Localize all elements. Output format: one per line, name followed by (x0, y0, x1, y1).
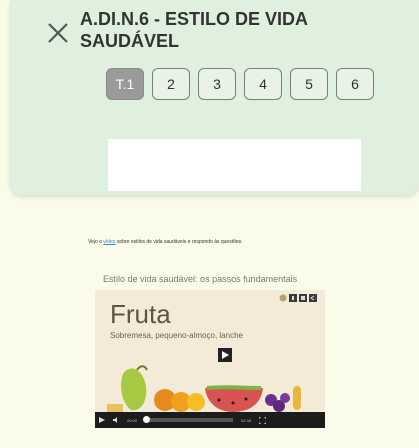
instruction-text: Vejo o vídeo sobre estilos de vida saudá… (88, 239, 243, 245)
tab-t1[interactable]: T.1 (106, 68, 144, 100)
header-blank-area (108, 139, 361, 191)
close-icon[interactable] (43, 18, 73, 48)
video-top-icons (279, 294, 317, 302)
header-panel: A.DI.N.6 - ESTILO DE VIDA SAUDÁVEL T.1 2… (10, 0, 419, 195)
mute-control[interactable] (109, 412, 123, 428)
info-icon[interactable] (289, 294, 297, 302)
instruction-suffix: sobre estilos de vida saudáveis e respon… (116, 239, 243, 245)
time-current: 00:00 (126, 417, 137, 423)
volume-icon (112, 417, 117, 423)
video-player[interactable]: Fruta Sobremesa, pequeno-almoço, lanche (95, 290, 325, 428)
progress-bar[interactable] (143, 416, 233, 423)
task-tabs: T.1 2 3 4 5 6 (106, 68, 419, 102)
video-controls: 00:00 02:38 (95, 412, 325, 428)
watch-later-icon[interactable] (279, 294, 287, 302)
video-link[interactable]: vídeo (103, 239, 115, 245)
tab-4[interactable]: 4 (244, 68, 282, 100)
video-title: Estilo de vida saudável: os passos funda… (103, 274, 298, 284)
fruit-illustration (107, 365, 301, 412)
tab-6[interactable]: 6 (336, 68, 374, 100)
fullscreen-control[interactable] (255, 412, 269, 428)
page-title: A.DI.N.6 - ESTILO DE VIDA SAUDÁVEL (80, 9, 308, 51)
time-total: 02:38 (240, 417, 251, 423)
fullscreen-icon (258, 416, 266, 424)
video-logo-icon[interactable] (299, 294, 307, 302)
video-heading: Fruta (110, 299, 171, 329)
play-small-icon (99, 417, 105, 423)
tab-2[interactable]: 2 (152, 68, 190, 100)
instruction-prefix: Vejo o (88, 239, 102, 245)
video-subheading: Sobremesa, pequeno-almoço, lanche (110, 331, 243, 340)
tab-3[interactable]: 3 (198, 68, 236, 100)
tab-5[interactable]: 5 (290, 68, 328, 100)
share-icon[interactable] (309, 294, 317, 302)
play-control[interactable] (95, 412, 109, 428)
progress-knob[interactable] (143, 416, 150, 423)
